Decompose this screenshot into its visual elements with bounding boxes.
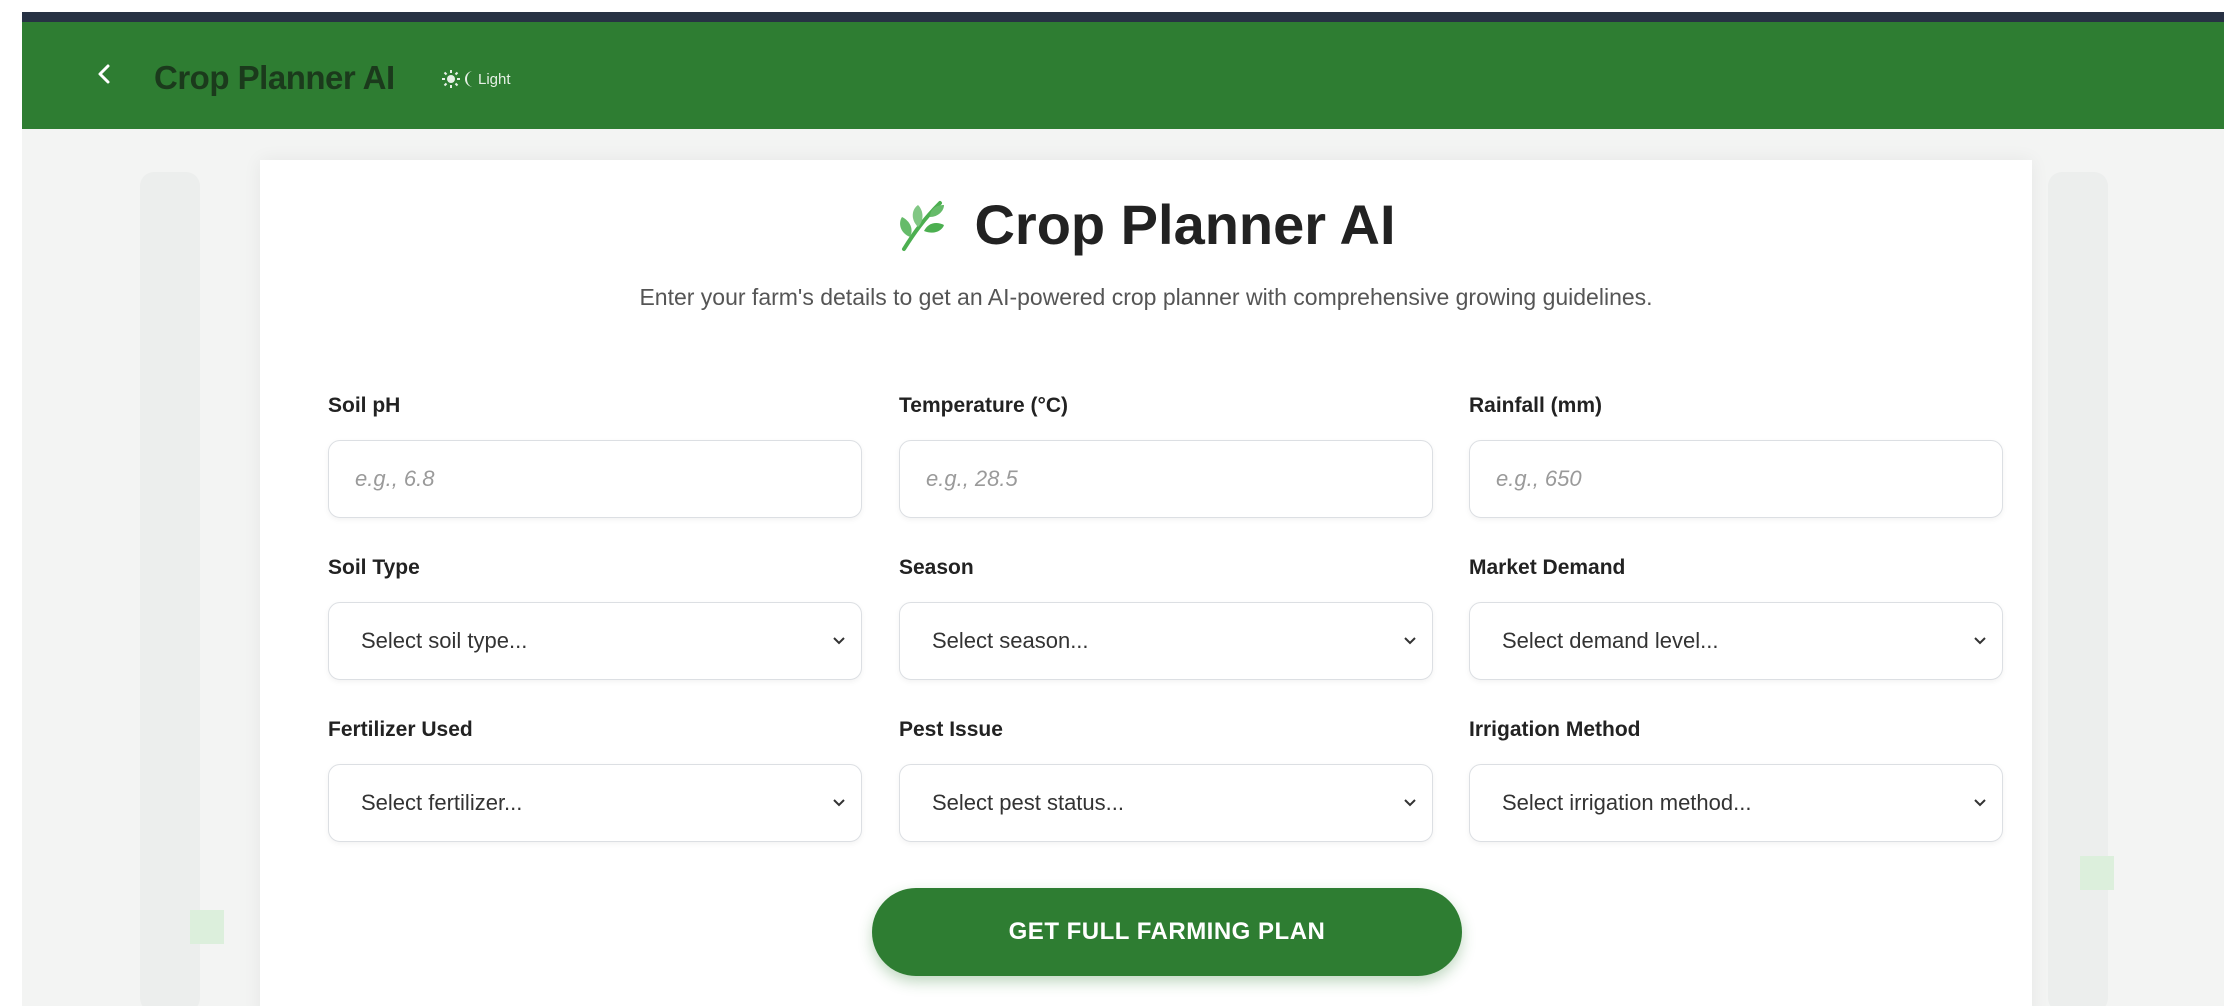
soil-ph-label: Soil pH [328,394,401,417]
chevron-down-icon [1402,633,1418,649]
chevron-left-icon [98,64,110,84]
chevron-down-icon [831,633,847,649]
theme-toggle-label: Light [478,70,511,88]
soil-type-value: Select soil type... [361,628,528,653]
soil-type-field: Soil Type Select soil type... [328,556,862,680]
planner-card: Crop Planner AI Enter your farm's detail… [260,160,2032,1006]
theme-toggle[interactable]: Light [442,68,511,90]
season-label: Season [899,556,974,579]
soil-ph-placeholder: e.g., 6.8 [355,466,435,491]
temperature-label: Temperature (°C) [899,394,1069,417]
app-window: Crop Planner AI Light Crop Planner AI En… [22,12,2224,1006]
app-bar-title: Crop Planner AI [154,59,395,96]
moon-icon [465,71,473,87]
chevron-down-icon [1402,795,1418,811]
decorative-square [2080,856,2114,890]
sun-icon [442,70,460,88]
temperature-field: Temperature (°C) e.g., 28.5 [899,394,1433,518]
app-bar: Crop Planner AI Light [22,22,2224,129]
leaf-sprout-icon [900,200,945,251]
rainfall-field: Rainfall (mm) e.g., 650 [1469,394,2003,518]
pest-issue-select[interactable]: Select pest status... [899,764,1433,842]
pest-issue-label: Pest Issue [899,718,1003,741]
fertilizer-label: Fertilizer Used [328,718,473,741]
soil-ph-input[interactable]: e.g., 6.8 [328,440,862,518]
rainfall-placeholder: e.g., 650 [1496,466,1582,491]
chevron-down-icon [831,795,847,811]
season-select[interactable]: Select season... [899,602,1433,680]
market-demand-select[interactable]: Select demand level... [1469,602,2003,680]
market-demand-label: Market Demand [1469,556,1626,579]
market-demand-field: Market Demand Select demand level... [1469,556,2003,680]
page-subtitle: Enter your farm's details to get an AI-p… [639,284,1653,310]
pest-issue-value: Select pest status... [932,790,1124,815]
fertilizer-value: Select fertilizer... [361,790,523,815]
fertilizer-field: Fertilizer Used Select fertilizer... [328,718,862,842]
soil-type-label: Soil Type [328,556,420,579]
temperature-placeholder: e.g., 28.5 [926,466,1018,491]
decorative-square [190,910,224,944]
temperature-input[interactable]: e.g., 28.5 [899,440,1433,518]
chevron-down-icon [1972,795,1988,811]
rainfall-input[interactable]: e.g., 650 [1469,440,2003,518]
fertilizer-select[interactable]: Select fertilizer... [328,764,862,842]
soil-ph-field: Soil pH e.g., 6.8 [328,394,862,518]
irrigation-value: Select irrigation method... [1502,790,1752,815]
page-title: Crop Planner AI [974,193,1396,256]
soil-type-select[interactable]: Select soil type... [328,602,862,680]
left-side-panel [140,172,200,1006]
rainfall-label: Rainfall (mm) [1469,394,1603,417]
irrigation-select[interactable]: Select irrigation method... [1469,764,2003,842]
season-field: Season Select season... [899,556,1433,680]
pest-issue-field: Pest Issue Select pest status... [899,718,1433,842]
irrigation-field: Irrigation Method Select irrigation meth… [1469,718,2003,842]
irrigation-label: Irrigation Method [1469,718,1641,741]
back-button[interactable] [84,54,124,94]
page-heading: Crop Planner AI [260,192,2032,257]
season-value: Select season... [932,628,1089,653]
chevron-down-icon [1972,633,1988,649]
top-strip [22,12,2224,22]
get-farming-plan-button[interactable]: GET FULL FARMING PLAN [872,888,1462,976]
market-demand-value: Select demand level... [1502,628,1719,653]
